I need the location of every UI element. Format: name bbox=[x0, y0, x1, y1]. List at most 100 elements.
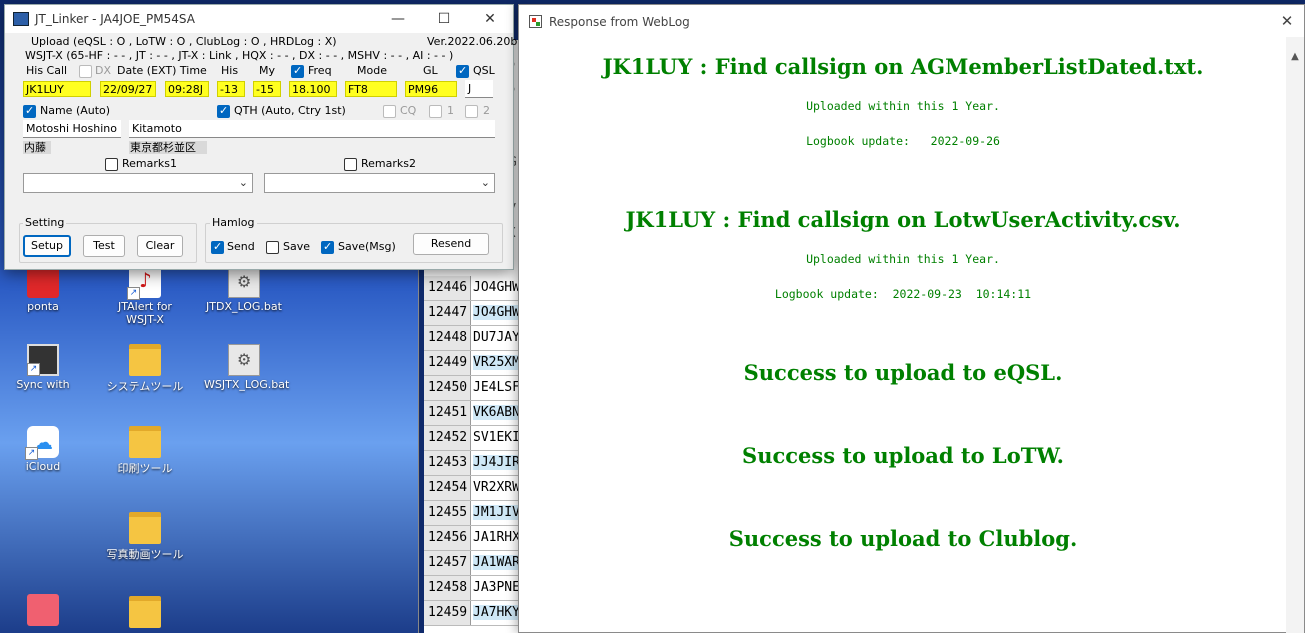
option-2-checkbox[interactable] bbox=[465, 105, 478, 118]
remarks1-checkbox[interactable] bbox=[105, 158, 118, 171]
resend-button[interactable]: Resend bbox=[413, 233, 489, 255]
his-rst-field[interactable]: -13 bbox=[217, 81, 245, 97]
desktop-icon-print-tools[interactable]: 印刷ツール bbox=[105, 426, 185, 476]
desktop-icon-jtalert[interactable]: ♪ JTAlert for WSJT-X bbox=[105, 266, 185, 326]
table-row[interactable]: 12449 VR25XM bbox=[424, 351, 520, 376]
table-row[interactable]: 12447 JO4GHW bbox=[424, 301, 520, 326]
remarks2-dropdown[interactable]: ⌄ bbox=[264, 173, 495, 193]
folder-icon bbox=[129, 596, 161, 628]
his-rst-label: His bbox=[221, 64, 239, 77]
cq-checkbox[interactable] bbox=[383, 105, 396, 118]
send-checkbox[interactable] bbox=[211, 240, 224, 254]
name-field[interactable]: Motoshi Hoshino bbox=[23, 120, 121, 138]
eqsl-upload-status: Success to upload to eQSL. bbox=[743, 360, 1063, 385]
batch-file-icon bbox=[228, 344, 260, 376]
desktop-icon-icloud[interactable]: ☁ iCloud bbox=[3, 426, 83, 473]
name-auto-checkbox[interactable] bbox=[23, 104, 36, 118]
desktop-icon-photo-video-tools[interactable]: 写真動画ツール bbox=[105, 512, 185, 562]
save-checkbox[interactable] bbox=[266, 241, 279, 254]
name-hamlog-note: 内藤 bbox=[23, 141, 51, 154]
time-field[interactable]: 09:28J bbox=[165, 81, 209, 97]
close-icon[interactable]: ✕ bbox=[467, 5, 513, 33]
row-callsign: SV1EKI bbox=[473, 430, 520, 445]
desktop-icon-label: Sync with bbox=[16, 378, 70, 391]
table-row[interactable]: 12457 JA1WAR bbox=[424, 551, 520, 576]
close-icon[interactable]: ✕ bbox=[1270, 5, 1304, 37]
desktop-icon-system-tools[interactable]: システムツール bbox=[105, 344, 185, 394]
table-row[interactable]: 12455 JM1JIV bbox=[424, 501, 520, 526]
row-callsign: JE4LSF bbox=[473, 380, 520, 395]
clear-button[interactable]: Clear bbox=[137, 235, 183, 257]
folder-icon bbox=[129, 344, 161, 376]
desktop-icon-label: 写真動画ツール bbox=[106, 548, 184, 561]
my-rst-field[interactable]: -15 bbox=[253, 81, 281, 97]
his-call-label: His Call bbox=[26, 64, 68, 77]
option-1-checkbox[interactable] bbox=[429, 105, 442, 118]
qth-auto-checkbox[interactable] bbox=[217, 104, 230, 118]
grid-field[interactable]: PM96 bbox=[405, 81, 457, 97]
freq-field[interactable]: 18.100 bbox=[289, 81, 337, 97]
test-button[interactable]: Test bbox=[83, 235, 125, 257]
remarks2-label: Remarks2 bbox=[361, 157, 416, 170]
table-row[interactable]: 12458 JA3PNE bbox=[424, 576, 520, 601]
qsl-field[interactable]: J bbox=[465, 80, 493, 98]
callsign-field[interactable]: JK1LUY bbox=[23, 81, 91, 97]
row-number: 12450 bbox=[424, 376, 471, 400]
save-msg-checkbox[interactable] bbox=[321, 240, 334, 254]
desktop-icon-ponta[interactable]: ponta bbox=[3, 266, 83, 313]
desktop-icon-label: 印刷ツール bbox=[117, 462, 173, 475]
table-row[interactable]: 12453 JJ4JIR bbox=[424, 451, 520, 476]
table-row[interactable]: 12448 DU7JAY bbox=[424, 326, 520, 351]
window-title: JT_Linker - JA4JOE_PM54SA bbox=[35, 12, 195, 26]
table-row[interactable]: 12459 JA7HKY bbox=[424, 601, 520, 626]
row-number: 12453 bbox=[424, 451, 471, 475]
version-label: Ver.2022.06.20b bbox=[427, 35, 518, 48]
save-label: Save bbox=[283, 240, 311, 253]
freq-checkbox[interactable] bbox=[291, 64, 304, 78]
vertical-scrollbar[interactable]: ▲ bbox=[1286, 37, 1304, 633]
table-row[interactable]: 12456 JA1RHX bbox=[424, 526, 520, 551]
remarks2-checkbox[interactable] bbox=[344, 158, 357, 171]
desktop-icon-folder-partial[interactable] bbox=[105, 596, 185, 630]
jt-linker-titlebar[interactable]: JT_Linker - JA4JOE_PM54SA — ☐ ✕ bbox=[5, 5, 513, 33]
icloud-app-icon: ☁ bbox=[25, 426, 59, 460]
weblog-titlebar[interactable]: Response from WebLog ✕ bbox=[519, 5, 1304, 37]
row-callsign: JA3PNE bbox=[473, 580, 520, 595]
qth-field[interactable]: Kitamoto bbox=[129, 120, 495, 138]
desktop-icon-wsjtx-log-bat[interactable]: WSJTX_LOG.bat bbox=[204, 344, 289, 391]
table-row[interactable]: 12452 SV1EKI bbox=[424, 426, 520, 451]
date-time-label: Date (EXT) Time bbox=[117, 64, 207, 77]
row-number: 12457 bbox=[424, 551, 471, 575]
row-number: 12447 bbox=[424, 301, 471, 325]
mode-field[interactable]: FT8 bbox=[345, 81, 397, 97]
qsl-label: QSL bbox=[473, 64, 495, 77]
table-row[interactable]: 12451 VK6ABN bbox=[424, 401, 520, 426]
date-field[interactable]: 22/09/27 bbox=[100, 81, 156, 97]
desktop-icon-app-partial[interactable] bbox=[3, 594, 83, 628]
row-callsign: JJ4JIR bbox=[473, 455, 520, 470]
desktop-icon-sync-with[interactable]: Sync with bbox=[3, 344, 83, 391]
remarks1-dropdown[interactable]: ⌄ bbox=[23, 173, 253, 193]
scroll-up-icon[interactable]: ▲ bbox=[1286, 51, 1304, 62]
row-number: 12456 bbox=[424, 526, 471, 550]
table-row[interactable]: 12446 JO4GHW bbox=[424, 276, 520, 301]
weblog-content: JK1LUY : Find callsign on AGMemberListDa… bbox=[519, 37, 1287, 633]
table-row[interactable]: 12454 VR2XRW bbox=[424, 476, 520, 501]
dx-checkbox[interactable] bbox=[79, 65, 92, 78]
qsl-checkbox[interactable] bbox=[456, 64, 469, 78]
ponta-app-icon bbox=[27, 266, 59, 298]
row-number: 12446 bbox=[424, 276, 471, 300]
row-number: 12459 bbox=[424, 601, 471, 625]
table-row[interactable]: 12450 JE4LSF bbox=[424, 376, 520, 401]
agmember-logbook-update: Logbook update: 2022-09-26 bbox=[806, 134, 1000, 148]
send-label: Send bbox=[227, 240, 255, 253]
maximize-icon[interactable]: ☐ bbox=[421, 5, 467, 33]
qth-auto-label: QTH (Auto, Ctry 1st) bbox=[234, 104, 346, 117]
row-number: 12458 bbox=[424, 576, 471, 600]
desktop-icon-jtdx-log-bat[interactable]: JTDX_LOG.bat bbox=[204, 266, 284, 313]
desktop-icon-label: システムツール bbox=[106, 380, 184, 393]
option-1-label: 1 bbox=[447, 104, 454, 117]
setup-button[interactable]: Setup bbox=[23, 235, 71, 257]
row-number: 12449 bbox=[424, 351, 471, 375]
minimize-icon[interactable]: — bbox=[375, 5, 421, 33]
